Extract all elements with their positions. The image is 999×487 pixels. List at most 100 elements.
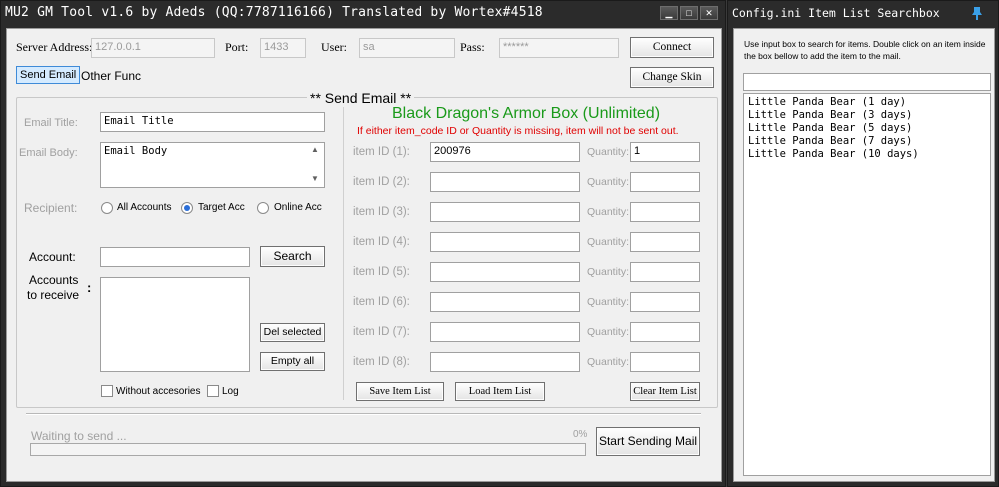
list-item[interactable]: Little Panda Bear (5 days) bbox=[748, 122, 912, 134]
server-address-label: Server Address: bbox=[16, 40, 93, 54]
item-id-input[interactable]: 200976 bbox=[430, 142, 580, 162]
item-search-input[interactable] bbox=[743, 73, 991, 91]
item-id-label: item ID (3): bbox=[353, 206, 410, 218]
email-title-input[interactable]: Email Title bbox=[100, 112, 325, 132]
main-client-area: Server Address: 127.0.0.1 Port: 1433 Use… bbox=[6, 28, 722, 482]
missing-item-warning: If either item_code ID or Quantity is mi… bbox=[357, 125, 679, 137]
quantity-label: Quantity: bbox=[587, 356, 630, 368]
quantity-input[interactable] bbox=[630, 202, 700, 222]
item-id-input[interactable] bbox=[430, 202, 580, 222]
without-accessories-label: Without accesories bbox=[116, 386, 201, 397]
quantity-input[interactable] bbox=[630, 172, 700, 192]
scroll-up-icon[interactable]: ▲ bbox=[311, 145, 319, 154]
quantity-label: Quantity: bbox=[587, 146, 630, 158]
recipient-label: Recipient: bbox=[24, 201, 78, 215]
minimize-button[interactable]: ▁ bbox=[660, 6, 678, 20]
connect-button[interactable]: Connect bbox=[630, 37, 714, 58]
quantity-label: Quantity: bbox=[587, 266, 630, 278]
log-label: Log bbox=[222, 386, 239, 397]
without-accessories-checkbox[interactable] bbox=[101, 385, 113, 397]
accounts-receive-colon: : bbox=[87, 280, 92, 295]
del-selected-button[interactable]: Del selected bbox=[260, 323, 325, 342]
quantity-label: Quantity: bbox=[587, 176, 630, 188]
accounts-receive-list[interactable] bbox=[100, 277, 250, 372]
item-id-input[interactable] bbox=[430, 172, 580, 192]
list-item[interactable]: Little Panda Bear (7 days) bbox=[748, 135, 912, 147]
tab-send-email[interactable]: Send Email bbox=[16, 66, 81, 84]
start-sending-mail-button[interactable]: Start Sending Mail bbox=[596, 427, 700, 456]
status-text: Waiting to send ... bbox=[31, 429, 127, 443]
item-id-input[interactable] bbox=[430, 292, 580, 312]
email-body-label: Email Body: bbox=[19, 147, 78, 159]
quantity-label: Quantity: bbox=[587, 296, 630, 308]
quantity-input[interactable] bbox=[630, 352, 700, 372]
tab-other-func[interactable]: Other Func bbox=[81, 69, 141, 83]
main-window: MU2 GM Tool v1.6 by Adeds (QQ:7787116166… bbox=[0, 0, 726, 487]
bottom-separator bbox=[26, 413, 701, 415]
quantity-input[interactable] bbox=[630, 322, 700, 342]
searchbox-client-area: Use input box to search for items. Doubl… bbox=[733, 28, 995, 482]
item-list-box[interactable]: Little Panda Bear (1 day) Little Panda Be… bbox=[743, 93, 991, 476]
account-input[interactable] bbox=[100, 247, 250, 267]
log-checkbox[interactable] bbox=[207, 385, 219, 397]
radio-all-accounts-label: All Accounts bbox=[117, 202, 172, 213]
pass-input[interactable]: ****** bbox=[499, 38, 619, 58]
item-id-input[interactable] bbox=[430, 322, 580, 342]
searchbox-window: Config.ini Item List Searchbox Use input… bbox=[727, 0, 999, 487]
quantity-input[interactable] bbox=[630, 232, 700, 252]
empty-all-button[interactable]: Empty all bbox=[260, 352, 325, 371]
send-email-group-title: ** Send Email ** bbox=[307, 90, 415, 106]
item-id-label: item ID (5): bbox=[353, 266, 410, 278]
pin-icon[interactable] bbox=[970, 6, 984, 21]
account-label: Account: bbox=[29, 250, 76, 264]
radio-online-acc-label: Online Acc bbox=[274, 202, 322, 213]
quantity-input[interactable] bbox=[630, 292, 700, 312]
email-body-textarea[interactable]: Email Body bbox=[100, 142, 325, 188]
server-address-input[interactable]: 127.0.0.1 bbox=[91, 38, 215, 58]
quantity-label: Quantity: bbox=[587, 326, 630, 338]
quantity-label: Quantity: bbox=[587, 236, 630, 248]
list-item[interactable]: Little Panda Bear (10 days) bbox=[748, 148, 919, 160]
user-input[interactable]: sa bbox=[359, 38, 455, 58]
change-skin-button[interactable]: Change Skin bbox=[630, 67, 714, 88]
save-item-list-button[interactable]: Save Item List bbox=[356, 382, 444, 401]
list-item[interactable]: Little Panda Bear (3 days) bbox=[748, 109, 912, 121]
search-button[interactable]: Search bbox=[260, 246, 325, 267]
quantity-input[interactable]: 1 bbox=[630, 142, 700, 162]
searchbox-window-title: Config.ini Item List Searchbox bbox=[732, 6, 940, 20]
port-label: Port: bbox=[225, 40, 249, 54]
radio-target-acc[interactable] bbox=[181, 202, 193, 214]
radio-online-acc[interactable] bbox=[257, 202, 269, 214]
item-id-label: item ID (4): bbox=[353, 236, 410, 248]
item-id-input[interactable] bbox=[430, 262, 580, 282]
search-instructions: Use input box to search for items. Doubl… bbox=[744, 39, 986, 61]
close-button[interactable]: ✕ bbox=[700, 6, 718, 20]
accounts-receive-label: Accounts bbox=[29, 273, 79, 287]
accounts-receive-label-line2: to receive bbox=[27, 288, 80, 302]
maximize-button[interactable]: □ bbox=[680, 6, 698, 20]
item-id-label: item ID (2): bbox=[353, 176, 410, 188]
main-window-title: MU2 GM Tool v1.6 by Adeds (QQ:7787116166… bbox=[5, 5, 543, 20]
item-id-input[interactable] bbox=[430, 232, 580, 252]
radio-target-acc-label: Target Acc bbox=[198, 202, 245, 213]
user-label: User: bbox=[321, 40, 347, 54]
scroll-down-icon[interactable]: ▼ bbox=[311, 174, 319, 183]
item-id-label: item ID (1): bbox=[353, 146, 410, 158]
item-id-input[interactable] bbox=[430, 352, 580, 372]
section-divider bbox=[343, 107, 344, 400]
radio-all-accounts[interactable] bbox=[101, 202, 113, 214]
clear-item-list-button[interactable]: Clear Item List bbox=[630, 382, 700, 401]
pass-label: Pass: bbox=[460, 40, 485, 54]
quantity-input[interactable] bbox=[630, 262, 700, 282]
item-id-label: item ID (6): bbox=[353, 296, 410, 308]
progress-percent: 0% bbox=[573, 429, 588, 440]
port-input[interactable]: 1433 bbox=[260, 38, 306, 58]
email-title-label: Email Title: bbox=[24, 117, 78, 129]
list-item[interactable]: Little Panda Bear (1 day) bbox=[748, 96, 906, 108]
quantity-label: Quantity: bbox=[587, 206, 630, 218]
progress-bar bbox=[30, 443, 586, 456]
item-id-label: item ID (7): bbox=[353, 326, 410, 338]
item-id-label: item ID (8): bbox=[353, 356, 410, 368]
selected-item-name: Black Dragon's Armor Box (Unlimited) bbox=[392, 105, 661, 122]
load-item-list-button[interactable]: Load Item List bbox=[455, 382, 545, 401]
